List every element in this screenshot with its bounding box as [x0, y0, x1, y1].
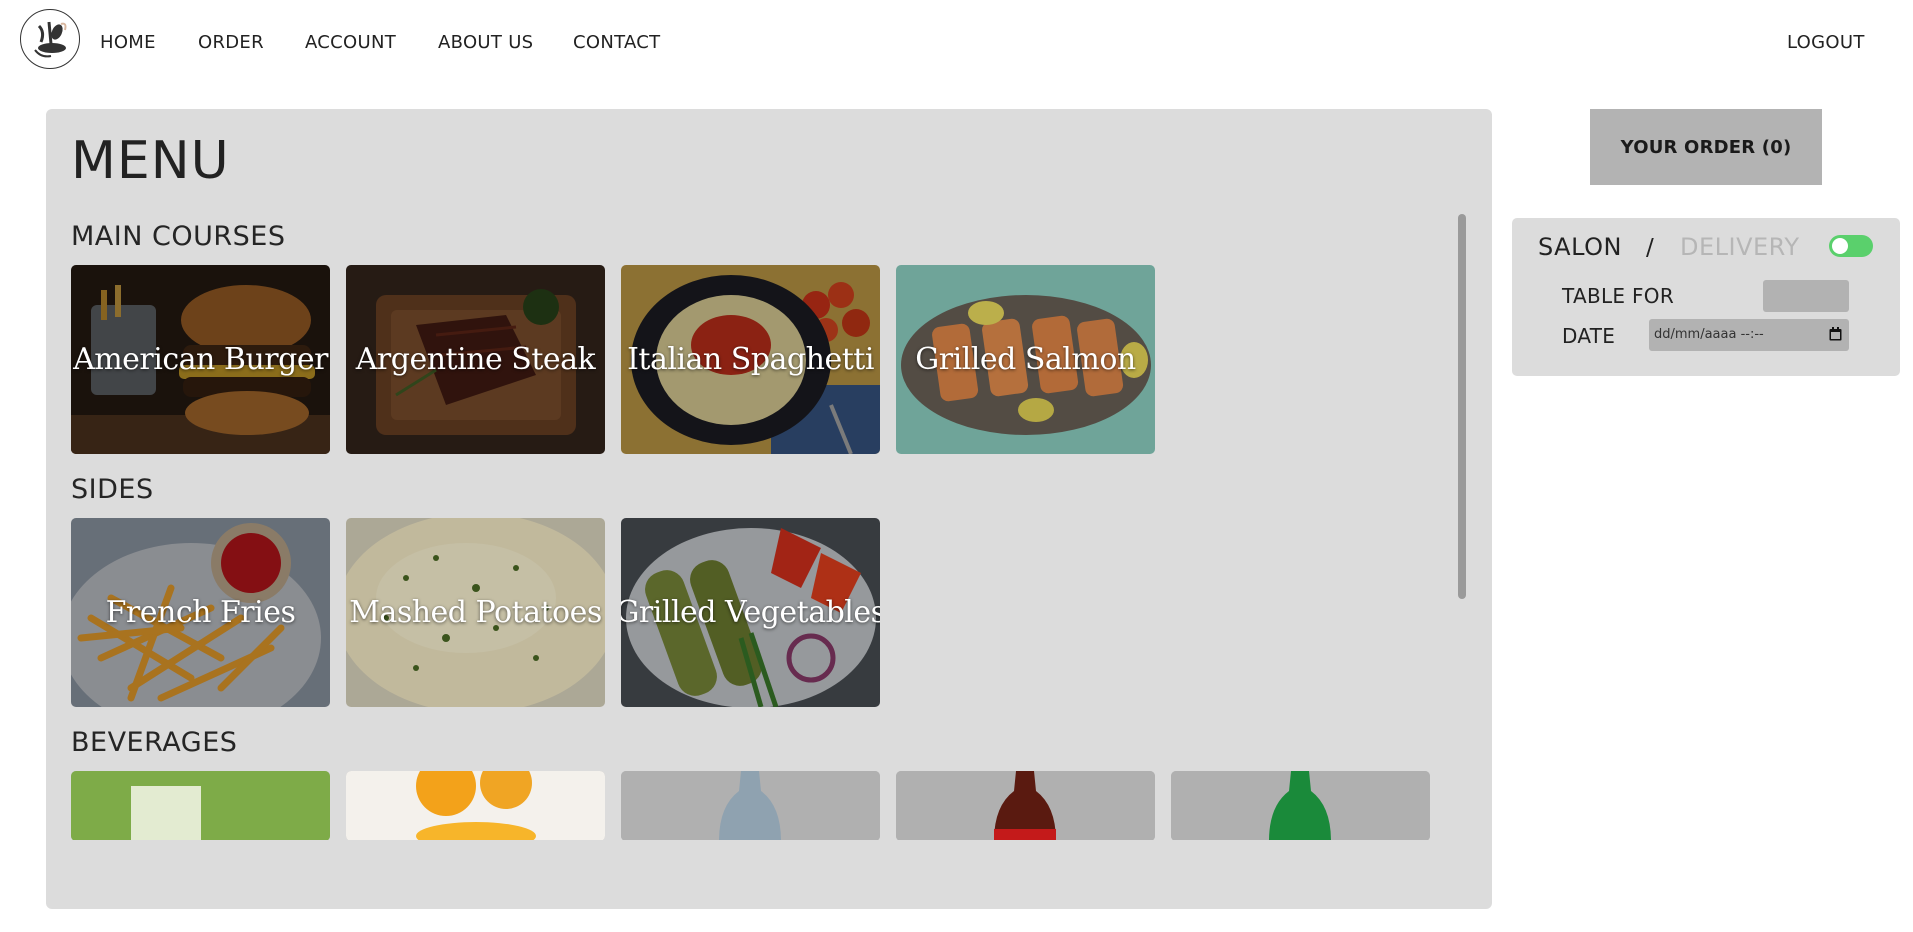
section-title-beverages: BEVERAGES — [71, 727, 238, 758]
logout-link[interactable]: LOGOUT — [1787, 32, 1865, 54]
menu-item-label: Grilled Salmon — [915, 342, 1136, 377]
menu-item-italian-spaghetti[interactable]: Italian Spaghetti — [621, 265, 880, 454]
menu-item-label: Argentine Steak — [355, 342, 596, 377]
menu-item-mashed-potatoes[interactable]: Mashed Potatoes — [346, 518, 605, 707]
menu-item-label: French Fries — [105, 595, 296, 630]
menu-item-label: Italian Spaghetti — [627, 342, 874, 377]
your-order-button[interactable]: YOUR ORDER (0) — [1590, 109, 1822, 185]
table-for-label: TABLE FOR — [1562, 284, 1675, 308]
nav-order-link[interactable]: ORDER — [198, 32, 264, 54]
menu-scrollbar[interactable] — [1458, 214, 1468, 599]
menu-item-french-fries[interactable]: French Fries — [71, 518, 330, 707]
salon-delivery-toggle[interactable] — [1829, 235, 1873, 257]
menu-item-argentine-steak[interactable]: Argentine Steak — [346, 265, 605, 454]
date-placeholder: dd/mm/aaaa --:-- — [1654, 327, 1764, 342]
table-for-input[interactable] — [1763, 280, 1849, 312]
date-label: DATE — [1562, 324, 1616, 348]
logo-icon[interactable] — [20, 9, 80, 69]
menu-item-label: Grilled Vegetables — [621, 595, 880, 630]
menu-item-american-burger[interactable]: American Burger — [71, 265, 330, 454]
section-title-main-courses: MAIN COURSES — [71, 221, 286, 252]
toggle-knob — [1832, 238, 1848, 254]
menu-panel: MENU MAIN COURSES American Burger Argent… — [46, 109, 1492, 909]
menu-scrollbar-thumb[interactable] — [1458, 214, 1466, 599]
menu-item-label: American Burger — [73, 342, 328, 377]
order-options-panel: SALON / DELIVERY TABLE FOR DATE dd/mm/aa… — [1512, 218, 1900, 376]
delivery-option[interactable]: DELIVERY — [1680, 233, 1799, 261]
nav-account-link[interactable]: ACCOUNT — [305, 32, 396, 54]
top-nav: HOME ORDER ACCOUNT ABOUT US CONTACT LOGO… — [0, 0, 1913, 86]
salon-option[interactable]: SALON — [1538, 233, 1622, 261]
date-input[interactable]: dd/mm/aaaa --:-- — [1649, 319, 1849, 351]
menu-item-grilled-vegetables[interactable]: Grilled Vegetables — [621, 518, 880, 707]
option-separator: / — [1646, 235, 1654, 261]
nav-home-link[interactable]: HOME — [100, 32, 156, 54]
section-title-sides: SIDES — [71, 474, 154, 505]
menu-item-label: Mashed Potatoes — [349, 595, 602, 630]
menu-title: MENU — [71, 131, 230, 191]
nav-about-link[interactable]: ABOUT US — [438, 32, 533, 54]
menu-item-beverage-5[interactable] — [1171, 771, 1430, 840]
menu-item-beverage-3[interactable] — [621, 771, 880, 840]
menu-item-beverage-4[interactable] — [896, 771, 1155, 840]
menu-item-grilled-salmon[interactable]: Grilled Salmon — [896, 265, 1155, 454]
calendar-icon[interactable] — [1829, 327, 1842, 341]
menu-scroll-area[interactable]: MAIN COURSES American Burger Argentine S… — [71, 212, 1451, 840]
nav-contact-link[interactable]: CONTACT — [573, 32, 660, 54]
menu-item-beverage-1[interactable] — [71, 771, 330, 840]
menu-item-beverage-2[interactable] — [346, 771, 605, 840]
